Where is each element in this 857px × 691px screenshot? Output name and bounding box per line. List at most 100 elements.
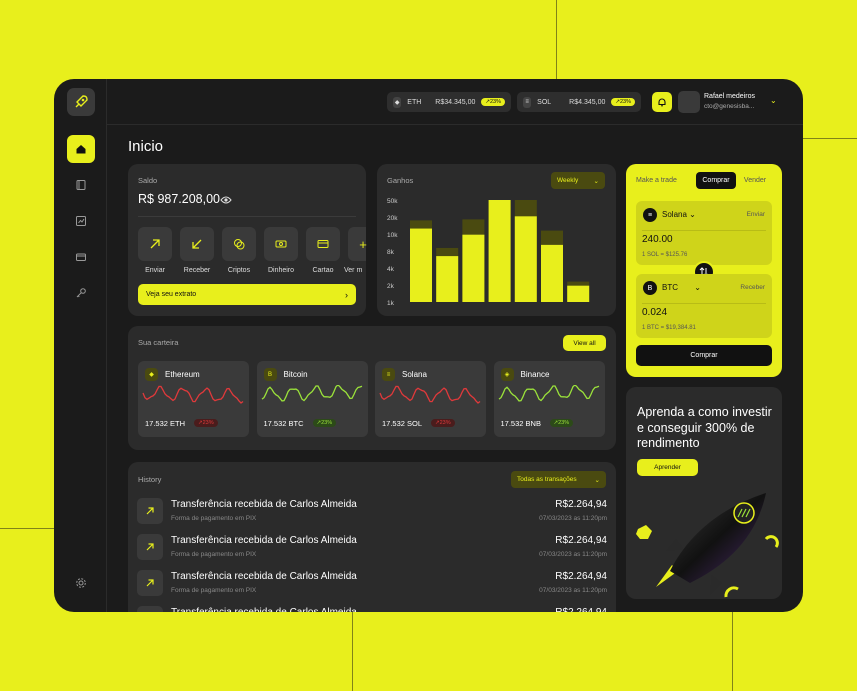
bar[interactable] [462,234,485,302]
chevron-right-icon: › [345,289,348,300]
ticker-symbol: ETH [407,98,422,106]
bar[interactable] [488,200,511,302]
user-name: Rafael medeiros [704,93,755,100]
history-subtitle: Forma de pagamento em PIX [171,587,257,594]
wallet-item-ethereum[interactable]: ◆ Ethereum 17.532 ETH ↗23% [138,361,249,437]
sparkline [498,385,599,402]
nav-chart[interactable] [67,207,95,235]
statement-button[interactable]: Veja seu extrato › [138,284,356,305]
nav-settings[interactable] [67,569,95,597]
y-tick-label: 2k [387,283,395,290]
solana-icon: ≡ [523,96,532,108]
view-all-button[interactable]: View all [563,335,606,351]
sparkline [261,385,362,402]
send-button[interactable] [138,227,172,261]
notification-button[interactable] [652,92,672,112]
earnings-label: Ganhos [387,176,414,185]
history-filter-dropdown[interactable]: Todas as transações ⌄ [511,471,606,488]
history-row[interactable]: Transferência recebida de Carlos Almeida… [137,534,607,564]
to-amount-input[interactable]: 0.024 [642,307,667,318]
from-coin-select[interactable]: Solana ⌄ [662,210,696,219]
arrow-up-right-icon [137,498,163,524]
ticker-symbol: SOL [537,98,552,106]
period-dropdown[interactable]: Weekly ⌄ [551,172,605,189]
history-value: R$2.264,94 [555,535,607,546]
from-box: ≡ Solana ⌄ Enviar 240.00 1 SOL = $125.76 [636,201,772,265]
divider [642,230,766,231]
history-subtitle: Forma de pagamento em PIX [171,515,257,522]
avatar[interactable] [678,91,700,113]
nav-book[interactable] [67,171,95,199]
to-box: B BTC ⌄ Receber 0.024 1 BTC = $19,384.81 [636,274,772,338]
history-row[interactable]: Transferência recebida de Carlos Almeida… [137,498,607,528]
chevron-down-icon[interactable]: ⌄ [770,96,777,105]
tab-buy[interactable]: Comprar [696,172,736,189]
history-row[interactable]: Transferência recebida de Carlos Almeida… [137,570,607,600]
crypto-label: Criptos [227,267,251,274]
wallet-item-binance[interactable]: ◈ Binance 17.532 BNB ↗23% [493,361,605,437]
to-coin-select[interactable]: BTC ⌄ [662,283,701,292]
history-value: R$2.264,94 [555,607,607,612]
cash-label: Dinheiro [267,267,295,274]
arrow-up-right-icon [150,239,160,249]
from-amount-input[interactable]: 240.00 [642,234,673,245]
wallet-amount: 17.532 SOL [382,419,423,428]
cash-button[interactable] [264,227,298,261]
chevron-down-icon: ⌄ [593,177,599,185]
earnings-chart: 50k 20k 10k 8k 4k 2k 1k [387,198,590,307]
tab-sell[interactable]: Vender [738,172,772,189]
more-button[interactable]: + [348,227,367,261]
from-action: Enviar [746,211,765,218]
trade-label: Make a trade [636,177,677,184]
nav-key[interactable] [67,279,95,307]
bar[interactable] [541,244,563,302]
wallet-coin-name: Ethereum [165,370,200,379]
bar[interactable] [514,216,537,302]
home-icon [76,145,86,154]
wallet-change-badge: ↗23% [194,419,218,427]
chevron-down-icon: ⌄ [689,210,696,219]
y-tick-label: 4k [387,266,395,273]
history-value: R$2.264,94 [555,571,607,582]
wallet-item-bitcoin[interactable]: B Bitcoin 17.532 BTC ↗23% [256,361,368,437]
wallet-change-badge: ↗23% [549,419,574,427]
to-action: Receber [740,284,765,291]
wallet-item-solana[interactable]: ≡ Solana 17.532 SOL ↗23% [375,361,486,437]
chevron-down-icon: ⌄ [694,283,701,292]
ticker-sol[interactable]: ≡ SOL R$4.345,00 ↗23% [517,92,641,112]
ticker-eth[interactable]: ◆ ETH R$34.345,00 ↗23% [387,92,511,112]
from-coin: Solana [662,210,687,219]
bar[interactable] [410,228,432,302]
wallet-change-badge: ↗23% [312,419,337,427]
history-date: 07/03/2023 as 11:20pm [539,587,607,594]
to-coin: BTC [662,283,678,292]
history-filter-value: Todas as transações [517,476,577,483]
statement-label: Veja seu extrato [146,291,197,298]
ticker-price: R$4.345,00 [569,98,606,106]
history-date: 07/03/2023 as 11:20pm [539,515,607,522]
send-label: Enviar [145,267,165,274]
history-row[interactable]: Transferência recebida de Carlos Almeida… [137,606,607,612]
receive-label: Receber [183,267,211,274]
nav-card[interactable] [67,243,95,271]
ticker-price: R$34.345,00 [435,98,476,106]
bar[interactable] [567,285,590,302]
ethereum-icon: ◆ [393,96,402,108]
book-icon [76,180,86,190]
eye-icon[interactable] [220,195,232,205]
card-button[interactable] [306,227,340,261]
buy-submit-button[interactable]: Comprar [636,345,772,366]
learn-button[interactable]: Aprender [637,459,698,476]
card-icon [317,240,329,248]
wallet-amount: 17.532 ETH [145,419,186,428]
nav-home[interactable] [67,135,95,163]
bar[interactable] [436,256,459,302]
coins-icon [234,239,245,250]
crypto-button[interactable] [222,227,256,261]
history-title: Transferência recebida de Carlos Almeida [171,499,357,510]
history-value: R$2.264,94 [555,499,607,510]
receive-button[interactable] [180,227,214,261]
wallet-coin-name: Bitcoin [283,370,308,379]
history-card: History Todas as transações ⌄ Transferên… [128,462,616,612]
logo[interactable] [67,88,95,116]
